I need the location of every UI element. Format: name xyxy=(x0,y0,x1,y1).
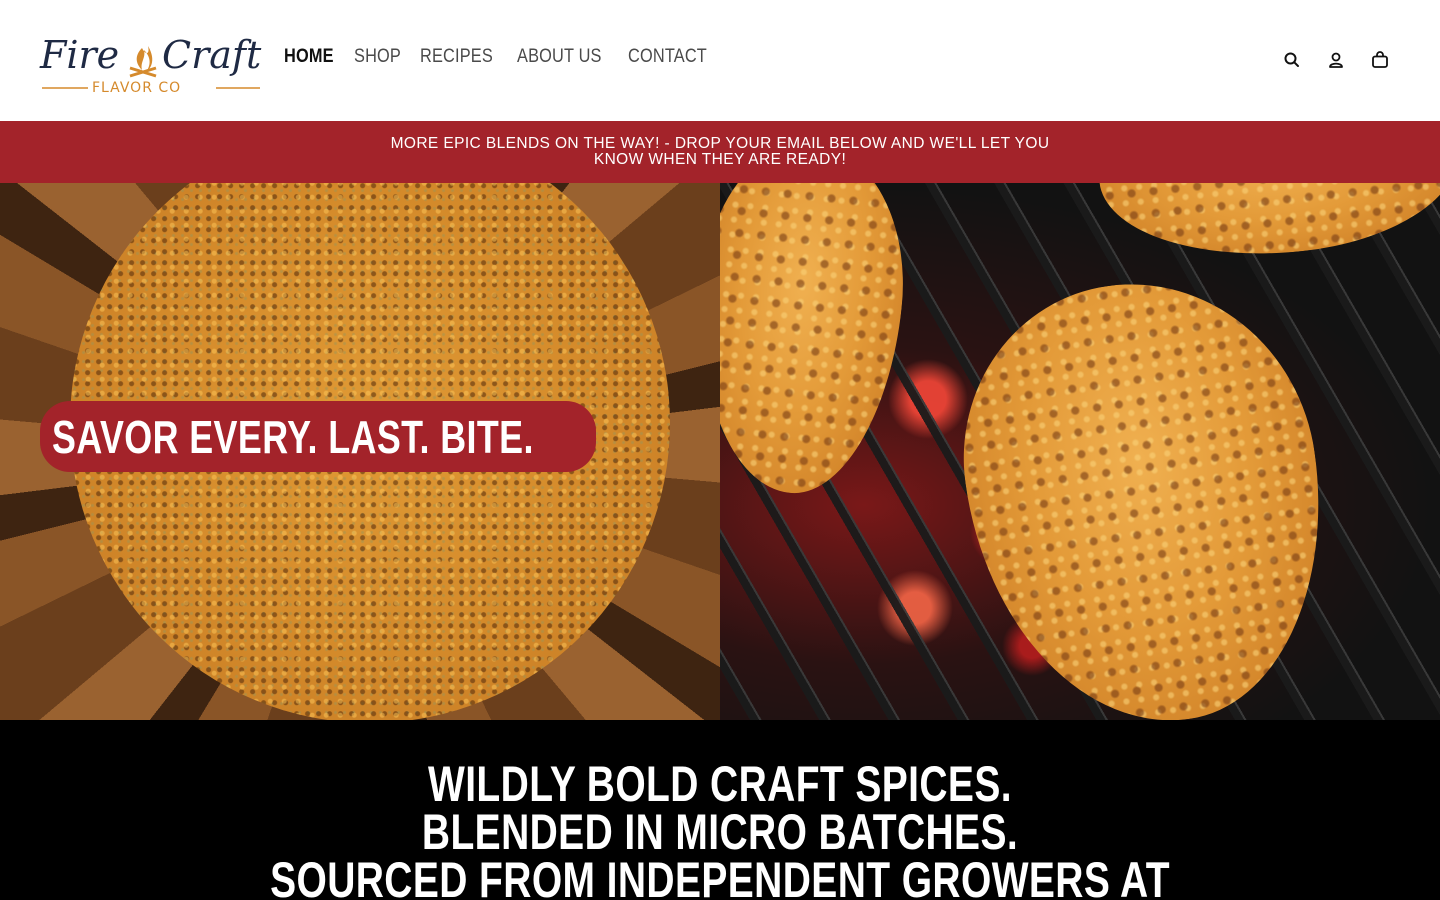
logo-text-craft: Craft xyxy=(162,33,262,77)
account-icon[interactable] xyxy=(1326,50,1346,70)
nav-recipes[interactable]: RECIPES xyxy=(420,46,493,68)
site-header: Fire Craft FLAVOR CO HOME SHOP RECIPES A… xyxy=(0,0,1440,121)
main-nav: HOME SHOP RECIPES ABOUT US CONTACT xyxy=(284,46,712,68)
announcement-bar: MORE EPIC BLENDS ON THE WAY! - DROP YOUR… xyxy=(0,121,1440,183)
hero-tagline-badge: SAVOR EVERY. LAST. BITE. xyxy=(40,401,596,472)
intro-section: WILDLY BOLD CRAFT SPICES. BLENDED IN MIC… xyxy=(0,720,1440,900)
flame-icon xyxy=(136,46,153,72)
nav-home[interactable]: HOME xyxy=(284,46,334,68)
spice-blend-image: SAVOR EVERY. LAST. BITE. xyxy=(0,183,720,720)
intro-heading: WILDLY BOLD CRAFT SPICES. BLENDED IN MIC… xyxy=(0,756,1440,900)
hero-section: SAVOR EVERY. LAST. BITE. xyxy=(0,183,1440,720)
logs-icon xyxy=(129,66,157,78)
intro-line: SOURCED FROM INDEPENDENT GROWERS AT xyxy=(270,852,1170,900)
nav-contact[interactable]: CONTACT xyxy=(628,46,707,68)
logo[interactable]: Fire Craft FLAVOR CO xyxy=(38,26,266,96)
grilled-chicken-image xyxy=(720,183,1440,720)
cart-icon[interactable] xyxy=(1370,50,1390,70)
search-icon[interactable] xyxy=(1282,50,1302,70)
logo-text-flavor: FLAVOR CO xyxy=(92,80,181,96)
announcement-text: MORE EPIC BLENDS ON THE WAY! - DROP YOUR… xyxy=(390,135,1050,168)
hero-tagline: SAVOR EVERY. LAST. BITE. xyxy=(52,410,534,463)
intro-line: BLENDED IN MICRO BATCHES. xyxy=(421,804,1019,860)
nav-about-us[interactable]: ABOUT US xyxy=(517,46,602,68)
header-icons xyxy=(1282,50,1390,70)
logo-text-fire: Fire xyxy=(39,33,119,77)
intro-line: WILDLY BOLD CRAFT SPICES. xyxy=(428,756,1012,812)
nav-shop[interactable]: SHOP xyxy=(354,46,401,68)
